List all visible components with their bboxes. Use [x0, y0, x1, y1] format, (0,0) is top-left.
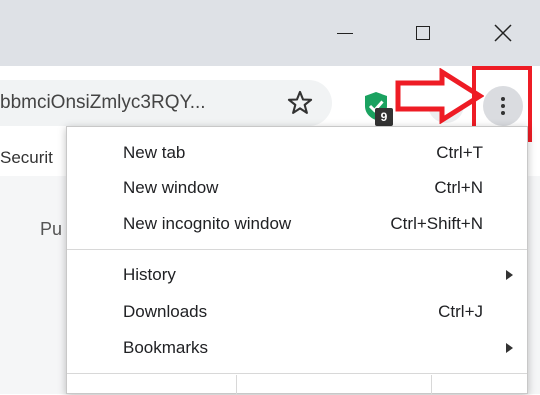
- zoom-cell-divider: [431, 375, 432, 395]
- menu-item-new-tab[interactable]: New tab Ctrl+T: [67, 135, 527, 171]
- submenu-arrow-icon: [506, 343, 513, 353]
- menu-item-history[interactable]: History: [67, 257, 527, 293]
- menu-item-shortcut: Ctrl+J: [438, 302, 483, 321]
- menu-item-shortcut: Ctrl+Shift+N: [390, 214, 483, 233]
- menu-divider: [67, 249, 527, 250]
- annotation-arrow-icon: [395, 68, 484, 124]
- minimize-icon: [337, 32, 353, 34]
- submenu-arrow-icon: [506, 270, 513, 280]
- menu-item-bookmarks[interactable]: Bookmarks: [67, 330, 527, 366]
- chrome-dropdown-menu: New tab Ctrl+T New window Ctrl+N New inc…: [66, 126, 528, 395]
- menu-divider: [67, 373, 527, 374]
- menu-item-label: History: [123, 265, 176, 284]
- zoom-cell-divider: [236, 375, 237, 395]
- title-bar: [0, 0, 540, 66]
- zoom-row: [67, 375, 527, 395]
- extension-badge: 9: [375, 108, 393, 126]
- menu-item-label: Downloads: [123, 302, 208, 321]
- bookmark-item[interactable]: Securit: [0, 148, 53, 168]
- menu-item-label: New incognito window: [123, 214, 292, 233]
- menu-item-label: New tab: [123, 143, 186, 162]
- menu-item-new-window[interactable]: New window Ctrl+N: [67, 170, 527, 206]
- minimize-button[interactable]: [322, 10, 368, 56]
- menu-item-label: New window: [123, 178, 219, 197]
- bookmark-star-icon[interactable]: [286, 89, 314, 117]
- url-text[interactable]: bbmciOnsiZmlyc3RQY...: [0, 80, 282, 126]
- menu-item-new-incognito-window[interactable]: New incognito window Ctrl+Shift+N: [67, 206, 527, 242]
- page-text: Pu: [40, 219, 63, 239]
- maximize-button[interactable]: [400, 10, 446, 56]
- address-bar[interactable]: bbmciOnsiZmlyc3RQY...: [0, 80, 332, 126]
- maximize-icon: [416, 26, 430, 40]
- menu-item-shortcut: Ctrl+N: [434, 178, 483, 197]
- menu-item-shortcut: Ctrl+T: [436, 143, 483, 162]
- close-icon: [494, 24, 512, 42]
- close-button[interactable]: [480, 10, 526, 56]
- menu-item-label: Bookmarks: [123, 338, 209, 357]
- menu-item-downloads[interactable]: Downloads Ctrl+J: [67, 294, 527, 330]
